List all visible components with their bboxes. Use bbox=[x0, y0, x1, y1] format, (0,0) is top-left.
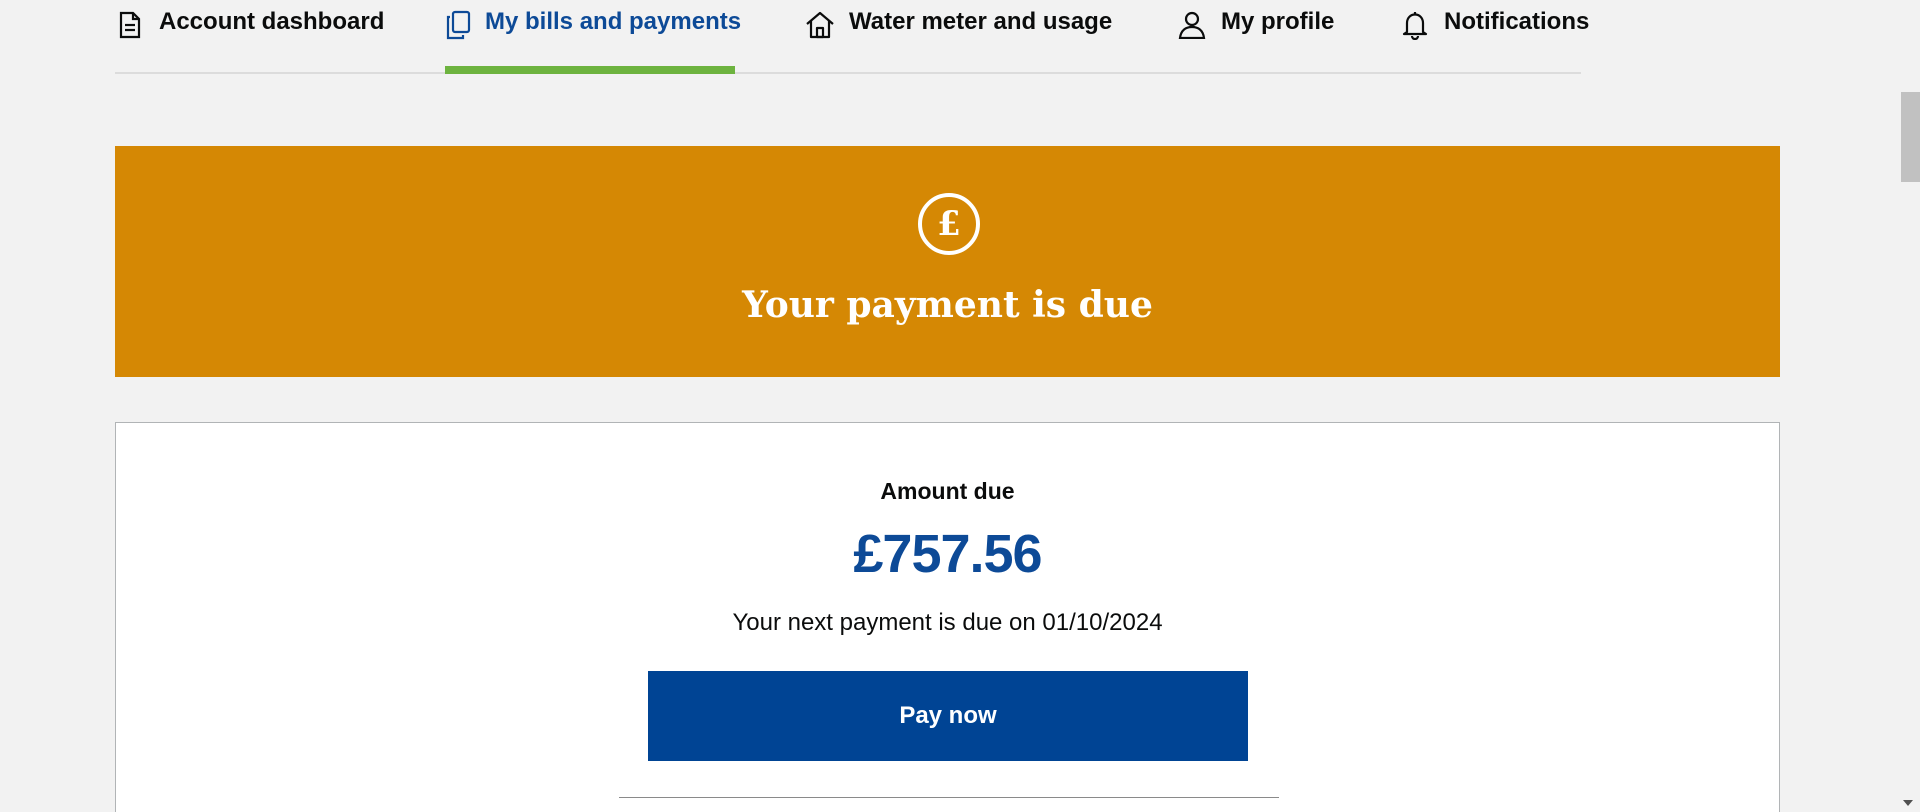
amount-due-card: Amount due £757.56 Your next payment is … bbox=[115, 422, 1780, 812]
scrollbar-thumb[interactable] bbox=[1901, 92, 1920, 182]
tab-label: Account dashboard bbox=[159, 8, 385, 35]
tab-my-bills-and-payments[interactable]: My bills and payments bbox=[445, 0, 741, 74]
payment-due-banner: £ Your payment is due bbox=[115, 146, 1780, 377]
bell-icon bbox=[1400, 8, 1430, 42]
tab-my-profile[interactable]: My profile bbox=[1177, 0, 1334, 72]
user-icon bbox=[1177, 8, 1207, 42]
pound-icon: £ bbox=[918, 193, 980, 255]
document-icon bbox=[115, 8, 145, 42]
page: Account dashboard My bills and payments … bbox=[0, 0, 1920, 812]
pay-now-button[interactable]: Pay now bbox=[648, 671, 1248, 761]
tab-account-dashboard[interactable]: Account dashboard bbox=[115, 0, 384, 72]
next-payment-date-text: Your next payment is due on 01/10/2024 bbox=[732, 609, 1163, 636]
scroll-down-arrow-icon[interactable] bbox=[1903, 800, 1913, 806]
main-navigation: Account dashboard My bills and payments … bbox=[115, 0, 1589, 74]
amount-due-value: £757.56 bbox=[853, 524, 1042, 584]
tab-notifications[interactable]: Notifications bbox=[1400, 0, 1589, 72]
home-icon bbox=[805, 8, 835, 42]
divider bbox=[619, 797, 1279, 798]
vertical-scrollbar[interactable] bbox=[1897, 0, 1920, 812]
tab-label: My bills and payments bbox=[485, 8, 742, 35]
amount-due-label: Amount due bbox=[880, 478, 1015, 504]
tab-label: Water meter and usage bbox=[849, 8, 1113, 35]
copy-icon bbox=[445, 8, 471, 42]
tab-water-meter-and-usage[interactable]: Water meter and usage bbox=[805, 0, 1112, 72]
tab-label: Notifications bbox=[1444, 8, 1590, 35]
banner-title: Your payment is due bbox=[742, 284, 1153, 326]
tab-label: My profile bbox=[1221, 8, 1335, 35]
